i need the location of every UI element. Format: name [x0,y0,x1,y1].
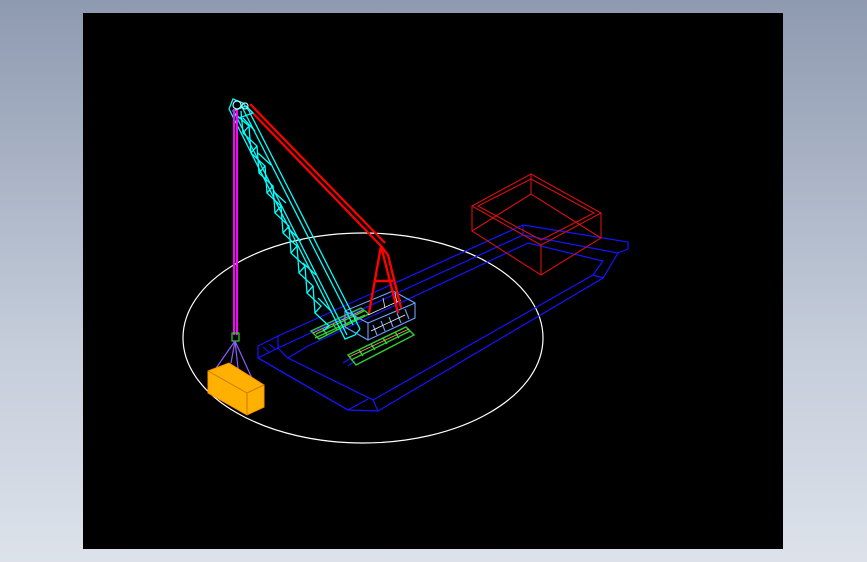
crane-barge-drawing [182,98,629,444]
cad-viewport[interactable] [83,13,783,549]
lattice-boom [228,98,361,340]
a-frame-gantry [367,245,403,314]
crawler-track-rear [309,307,371,340]
barge-hull [257,224,629,412]
crawler-track-front [346,326,416,366]
boom-tip-sheave [232,100,249,110]
boom-pendant-lines [245,103,386,247]
hoist-line [233,109,238,335]
suspended-load [207,362,265,416]
